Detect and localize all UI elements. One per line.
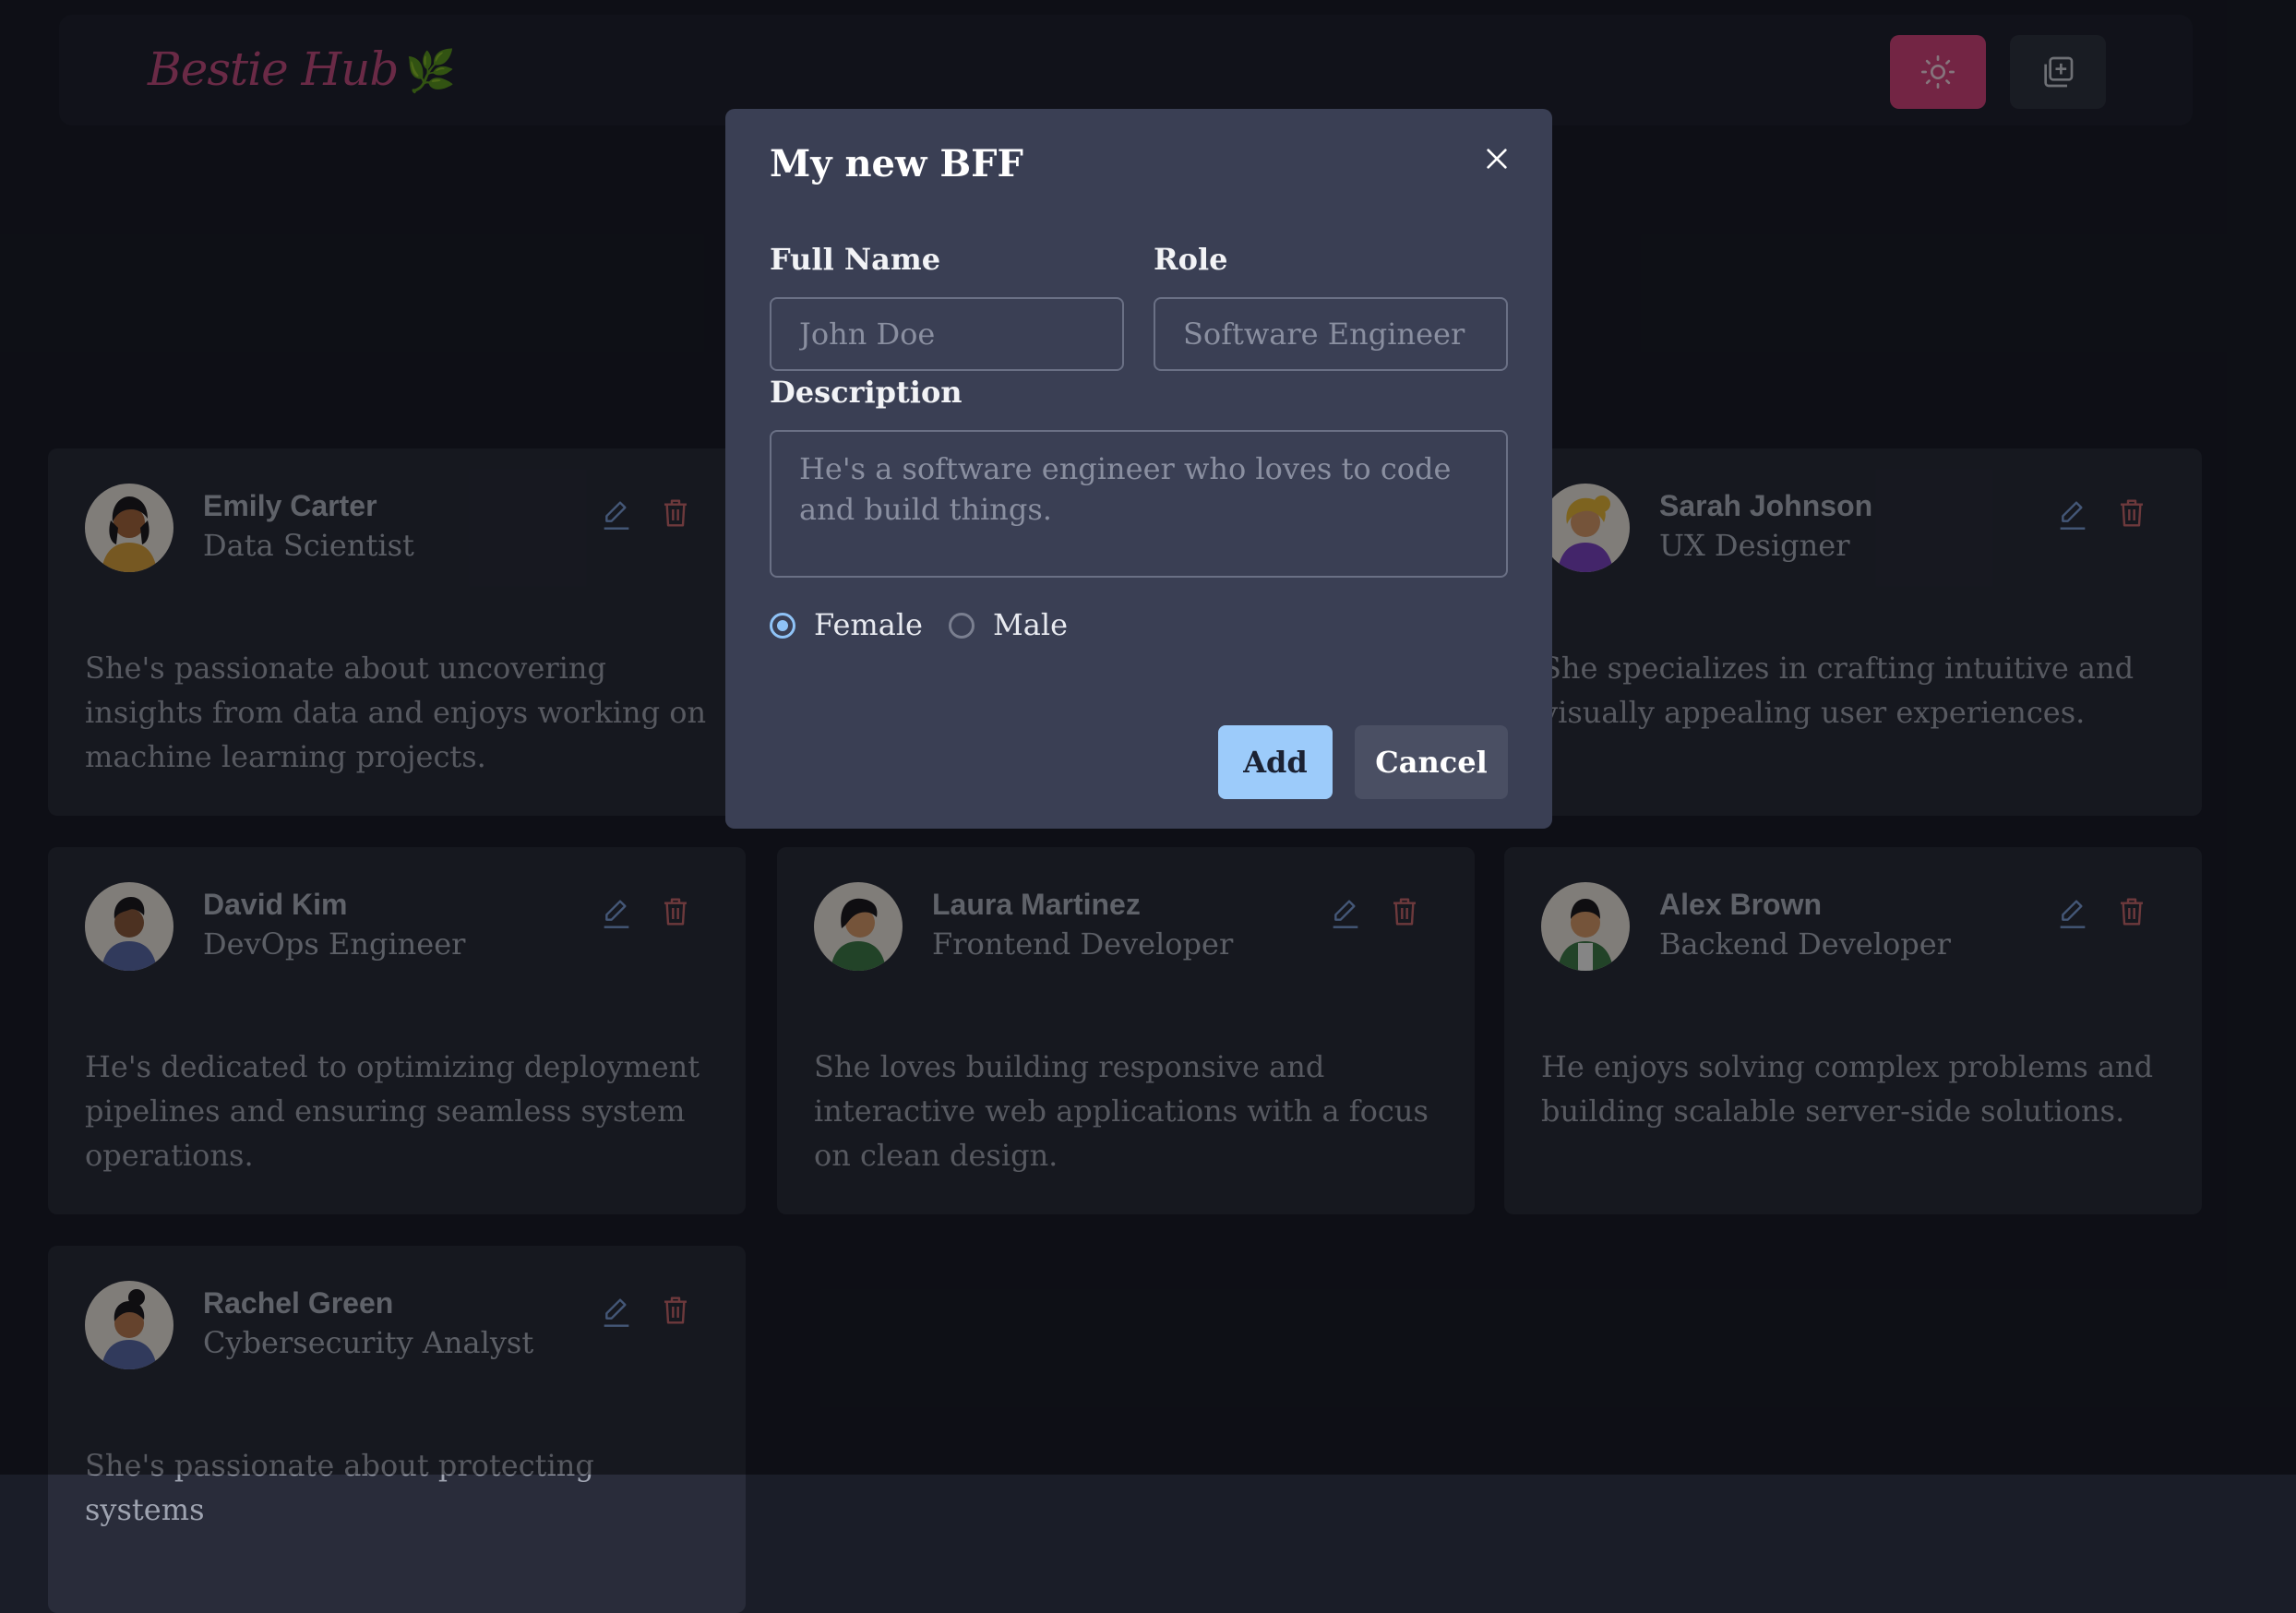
- gender-radio-female[interactable]: [770, 613, 795, 639]
- full-name-input[interactable]: [770, 297, 1124, 371]
- gender-radio-male[interactable]: [949, 613, 975, 639]
- role-label: Role: [1154, 242, 1228, 277]
- role-input[interactable]: [1154, 297, 1508, 371]
- description-textarea[interactable]: [770, 430, 1508, 578]
- add-friend-modal: My new BFF Full Name Role Description Fe…: [725, 109, 1552, 829]
- modal-title: My new BFF: [770, 142, 1023, 185]
- gender-label-female[interactable]: Female: [814, 607, 923, 642]
- description-label: Description: [770, 375, 963, 410]
- cancel-button[interactable]: Cancel: [1355, 725, 1508, 799]
- close-icon[interactable]: [1482, 144, 1512, 173]
- full-name-label: Full Name: [770, 242, 941, 277]
- add-button[interactable]: Add: [1218, 725, 1333, 799]
- gender-label-male[interactable]: Male: [993, 607, 1068, 642]
